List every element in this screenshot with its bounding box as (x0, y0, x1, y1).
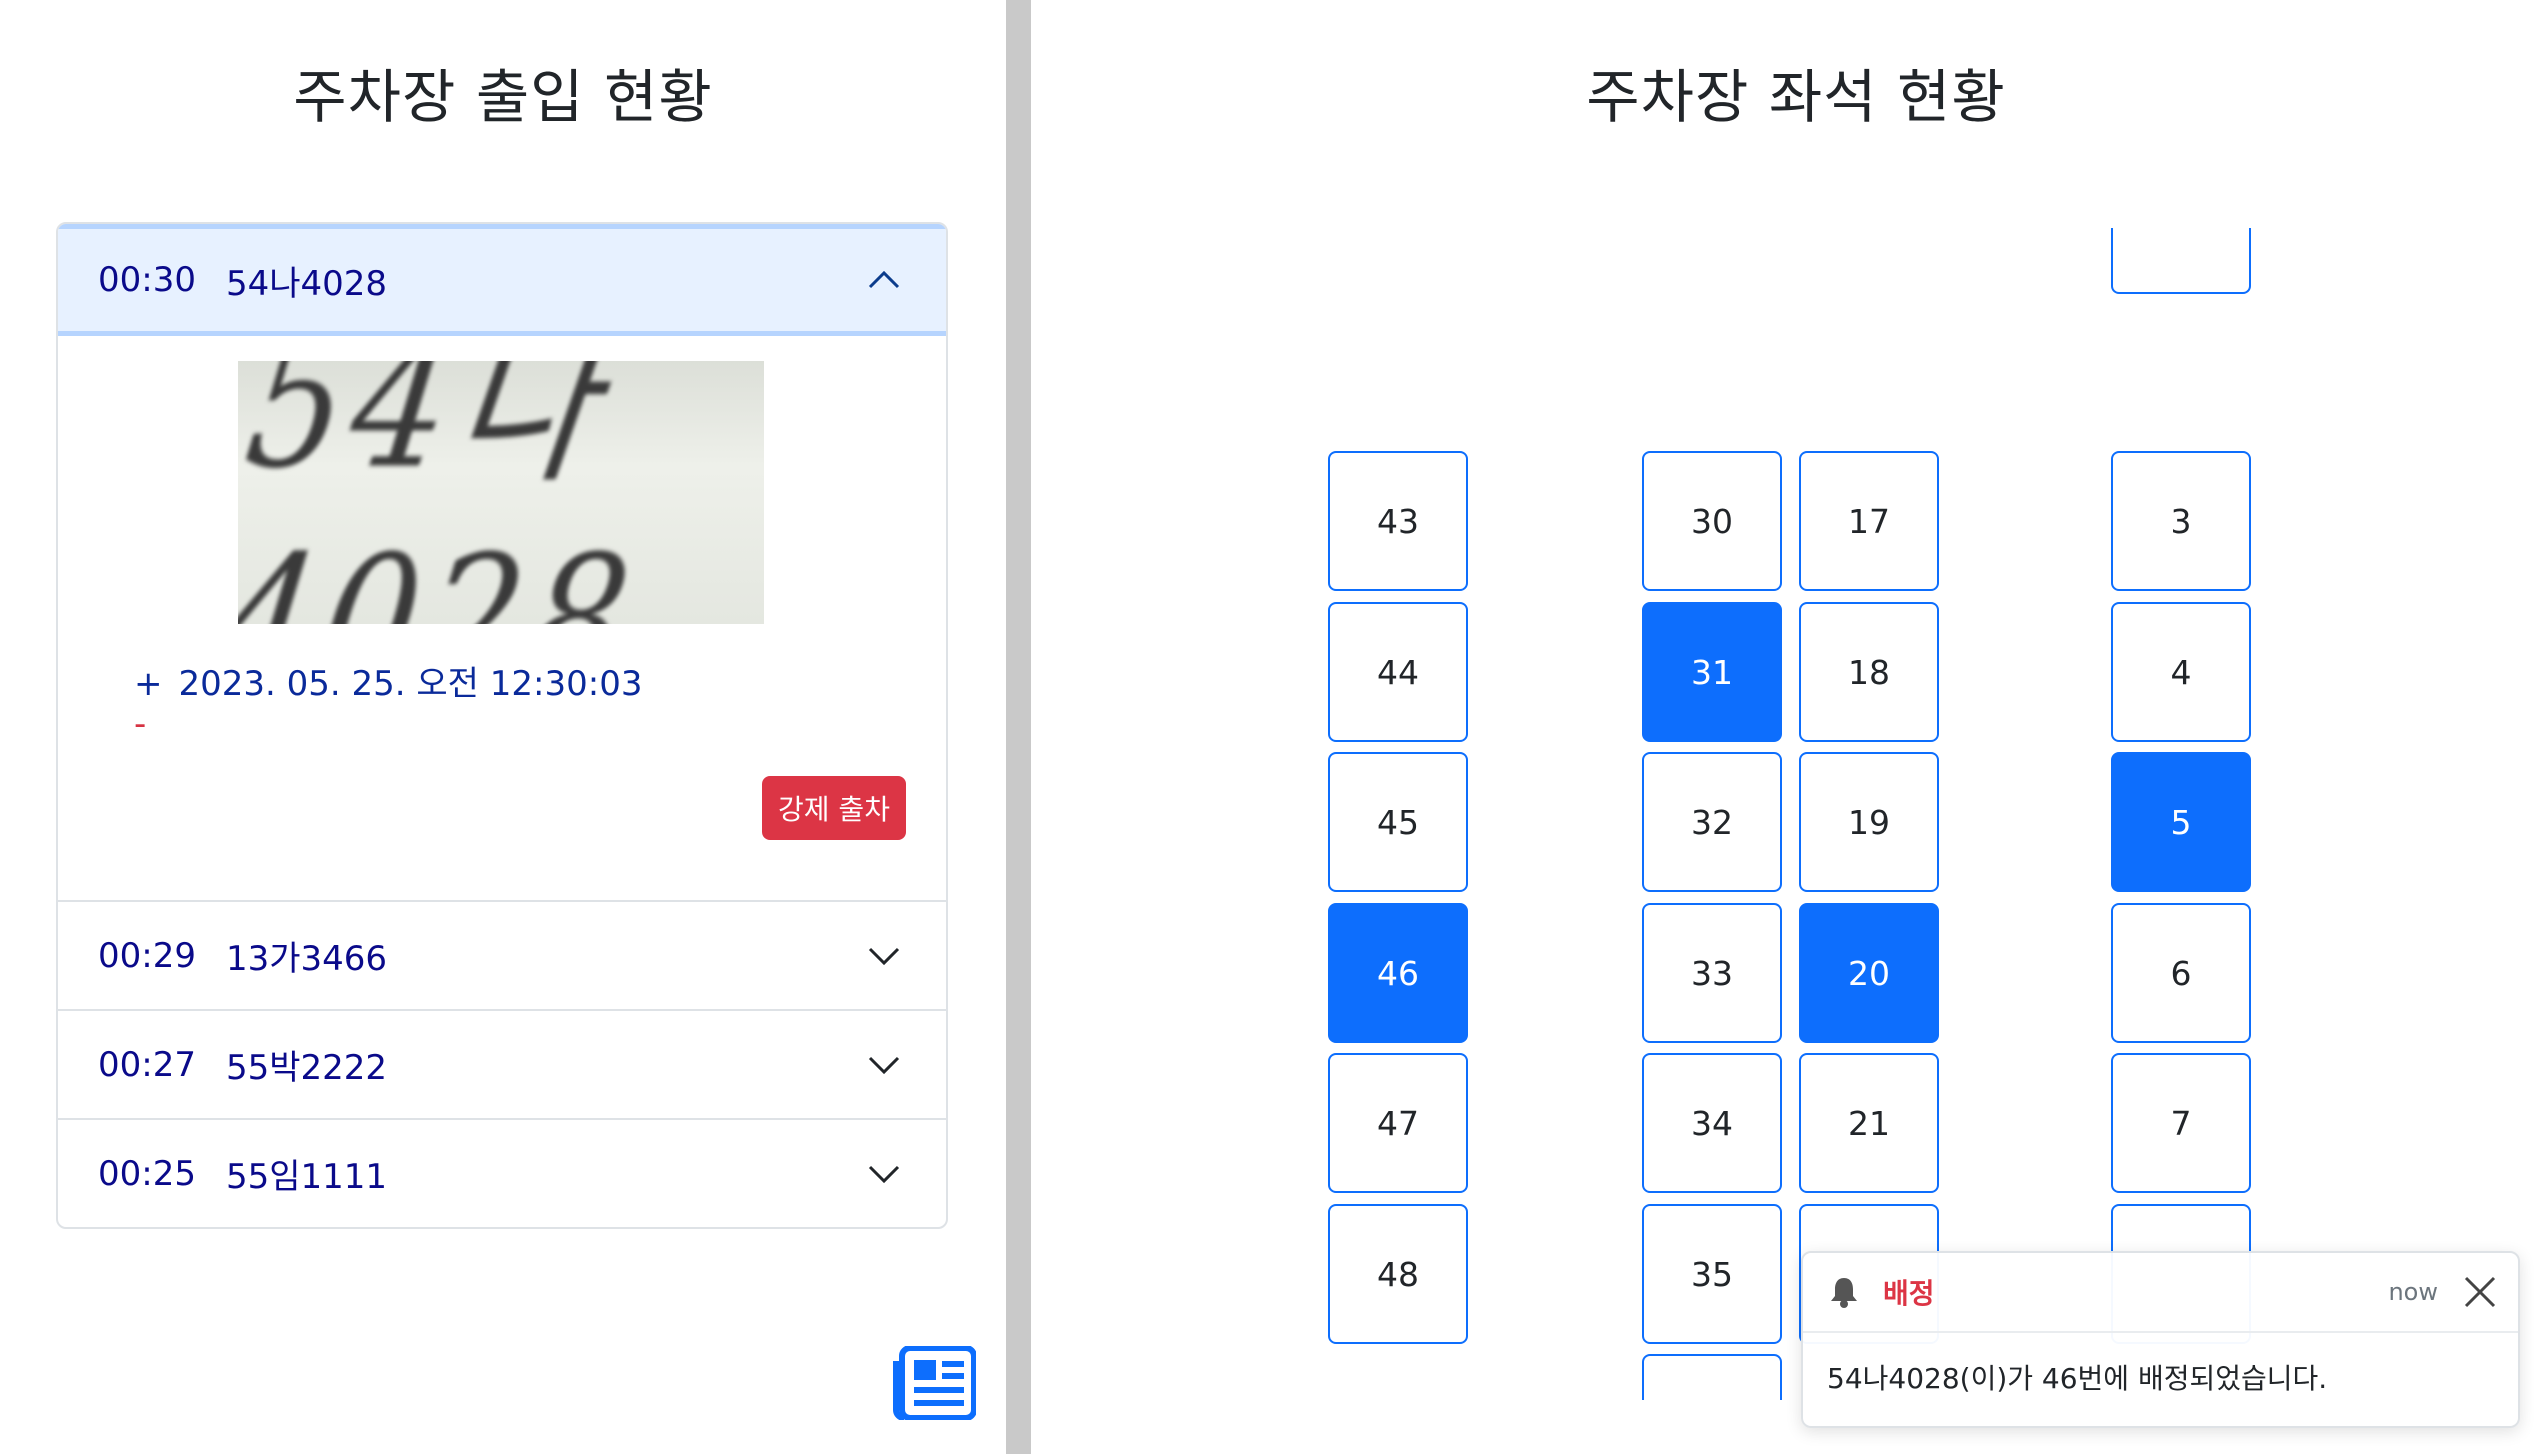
page-title: 주차장 좌석 현황 (1586, 63, 2006, 131)
seat-number: 35 (1691, 1254, 1733, 1294)
plate-number: 55임1111 (225, 1157, 388, 1197)
seat-number: 3 (2170, 501, 2192, 541)
seat-number: 7 (2170, 1103, 2192, 1143)
parking-seat[interactable]: 6 (2111, 903, 2251, 1043)
seat-number: 47 (1377, 1103, 1419, 1143)
entry-sign: + (134, 664, 163, 704)
entry-timestamp: 2023. 05. 25. 오전 12:30:03 (178, 664, 643, 704)
parking-seat[interactable]: 34 (1642, 1053, 1782, 1193)
accordion-item: 00:27 55박2222 (58, 1009, 946, 1118)
accordion-item: 00:29 13가3466 (58, 900, 946, 1009)
parking-seat[interactable]: 3 (2111, 451, 2251, 591)
parking-seat-partial[interactable] (2111, 228, 2251, 294)
page-title: 주차장 출입 현황 (293, 63, 713, 131)
parking-seat[interactable]: 35 (1642, 1204, 1782, 1344)
accordion-header[interactable]: 00:30 54나4028 (58, 224, 946, 336)
accordion-header[interactable]: 00:27 55박2222 (58, 1011, 946, 1118)
parking-seat[interactable]: 46 (1328, 903, 1468, 1043)
seat-number: 17 (1848, 501, 1890, 541)
close-icon[interactable] (2462, 1274, 2498, 1310)
seat-number: 43 (1377, 501, 1419, 541)
toast-message: 54나4028(이)가 46번에 배정되었습니다. (1827, 1362, 2328, 1395)
plate-photo-text: 54나4028 (238, 361, 649, 624)
accordion-item: 00:25 55임1111 (58, 1118, 946, 1227)
accordion-header[interactable]: 00:25 55임1111 (58, 1120, 946, 1227)
parking-seat[interactable]: 5 (2111, 752, 2251, 892)
chevron-up-icon (868, 270, 900, 289)
parking-seat-partial[interactable] (1642, 1354, 1782, 1400)
parking-seat[interactable]: 20 (1799, 903, 1939, 1043)
parking-seat[interactable]: 47 (1328, 1053, 1468, 1193)
seat-number: 21 (1848, 1103, 1890, 1143)
seat-number: 32 (1691, 802, 1733, 842)
chevron-down-icon (868, 1165, 900, 1183)
force-exit-button[interactable]: 강제 출차 (762, 776, 906, 840)
plate-number: 13가3466 (225, 939, 388, 979)
accordion-header[interactable]: 00:29 13가3466 (58, 902, 946, 1009)
entry-time-label: 00:30 (98, 260, 196, 300)
toast-time: now (2388, 1278, 2438, 1306)
parking-seat[interactable]: 45 (1328, 752, 1468, 892)
toast-title: 배정 (1883, 1277, 1935, 1310)
seat-number: 44 (1377, 652, 1419, 692)
entry-time-label: 00:29 (98, 935, 196, 976)
exit-timestamp-row: - (134, 704, 146, 744)
pane-divider (1006, 0, 1031, 1454)
seat-number: 4 (2170, 652, 2192, 692)
exit-sign: - (134, 704, 147, 744)
seat-number: 19 (1848, 802, 1890, 842)
newspaper-icon[interactable] (892, 1346, 976, 1420)
parking-seat[interactable]: 44 (1328, 602, 1468, 742)
seat-number: 18 (1848, 652, 1890, 692)
parking-seat[interactable]: 7 (2111, 1053, 2251, 1193)
parking-seat[interactable]: 33 (1642, 903, 1782, 1043)
seat-number: 33 (1691, 953, 1733, 993)
entry-accordion: 00:30 54나4028 54나4028 +2023. 05. 25. 오전 … (56, 222, 948, 1229)
plate-number: 54나4028 (225, 263, 388, 304)
seat-number: 6 (2170, 953, 2192, 993)
seat-number: 31 (1691, 652, 1733, 692)
seat-number: 45 (1377, 802, 1419, 842)
plate-number: 55박2222 (225, 1048, 388, 1088)
parking-seat[interactable]: 48 (1328, 1204, 1468, 1344)
parking-seat[interactable]: 31 (1642, 602, 1782, 742)
parking-seat[interactable]: 4 (2111, 602, 2251, 742)
bell-icon (1831, 1278, 1857, 1308)
entry-time-label: 00:27 (98, 1044, 196, 1085)
entry-timestamp-row: +2023. 05. 25. 오전 12:30:03 (134, 656, 642, 705)
parking-seat[interactable]: 43 (1328, 451, 1468, 591)
parking-seat[interactable]: 18 (1799, 602, 1939, 742)
seat-number: 48 (1377, 1254, 1419, 1294)
accordion-item: 00:30 54나4028 54나4028 +2023. 05. 25. 오전 … (58, 224, 946, 900)
seat-status-pane: 주차장 좌석 현황 43 44 45 46 47 48 30 31 32 33 … (1031, 0, 2544, 1454)
assignment-toast: 배정 now 54나4028(이)가 46번에 배정되었습니다. (1801, 1251, 2520, 1428)
chevron-down-icon (868, 1056, 900, 1074)
chevron-down-icon (868, 947, 900, 965)
plate-photo: 54나4028 (238, 361, 764, 624)
seat-number: 34 (1691, 1103, 1733, 1143)
parking-seat[interactable]: 17 (1799, 451, 1939, 591)
parking-seat[interactable]: 32 (1642, 752, 1782, 892)
accordion-body: 54나4028 +2023. 05. 25. 오전 12:30:03 - 강제 … (58, 336, 946, 900)
parking-seat[interactable]: 21 (1799, 1053, 1939, 1193)
entry-status-pane: 주차장 출입 현황 00:30 54나4028 54나4028 +2023. 0… (0, 0, 1006, 1454)
seat-number: 5 (2170, 802, 2192, 842)
seat-number: 46 (1377, 953, 1419, 993)
parking-seat[interactable]: 19 (1799, 752, 1939, 892)
toast-header: 배정 now (1803, 1253, 2518, 1333)
seat-number: 30 (1691, 501, 1733, 541)
parking-seat[interactable]: 30 (1642, 451, 1782, 591)
entry-time-label: 00:25 (98, 1153, 196, 1194)
seat-number: 20 (1848, 953, 1890, 993)
